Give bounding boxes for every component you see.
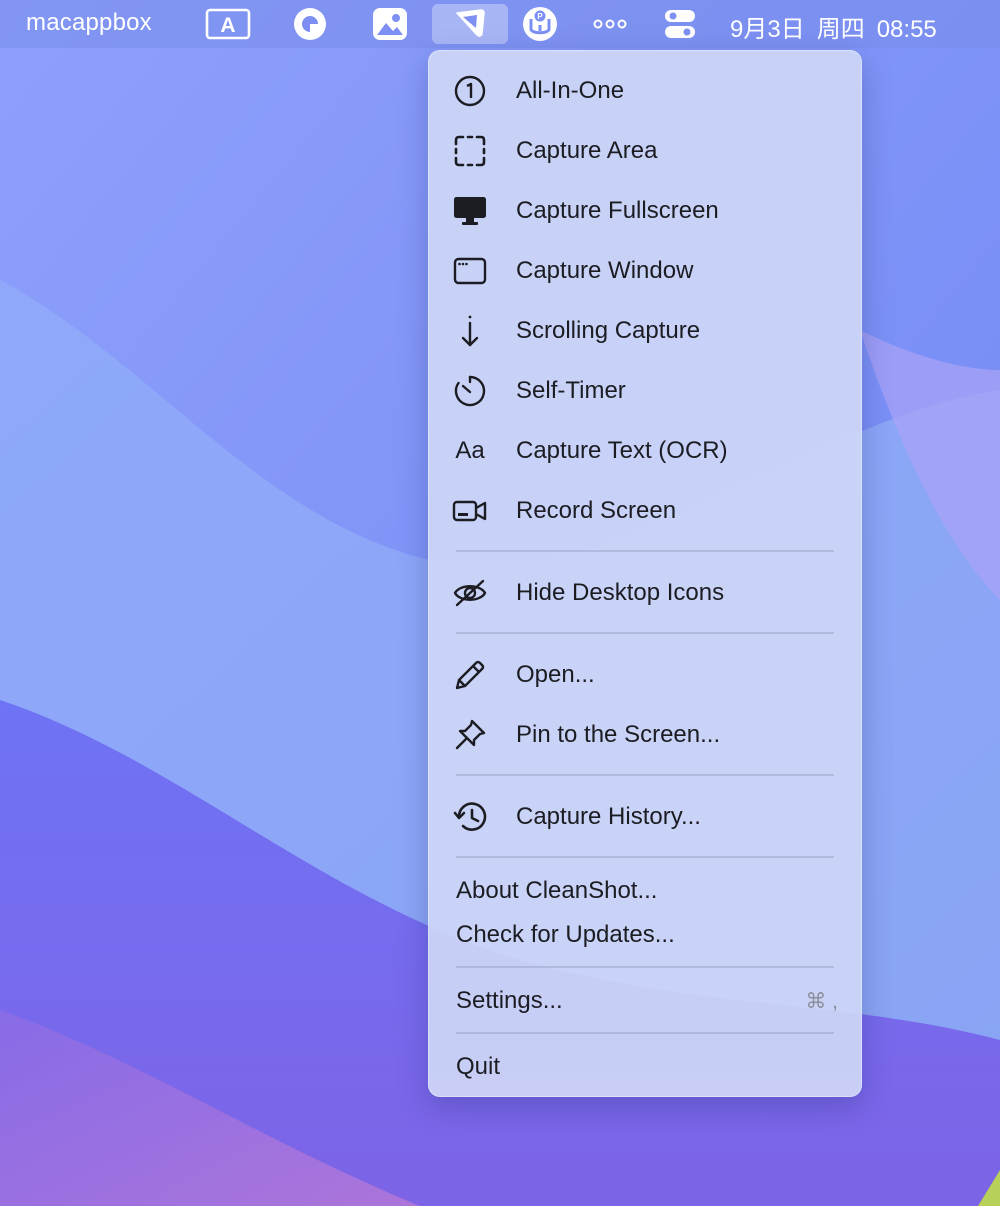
menu-item-open[interactable]: Open...	[448, 653, 842, 697]
menu-item-about[interactable]: About CleanShot...	[448, 869, 842, 913]
clock-weekday: 周四	[816, 16, 865, 43]
menu-item-scrolling-capture[interactable]: Scrolling Capture	[448, 309, 842, 353]
menu-separator	[456, 856, 834, 858]
menu-item-label: Capture Fullscreen	[516, 197, 719, 224]
pin-icon	[448, 713, 492, 757]
menu-item-label: Record Screen	[516, 497, 677, 524]
svg-text:P: P	[537, 12, 543, 21]
menu-separator	[456, 1032, 834, 1034]
all-in-one-icon	[448, 69, 492, 113]
menu-item-label: Capture History...	[516, 803, 701, 830]
menu-item-capture-area[interactable]: Capture Area	[448, 129, 842, 173]
menu-item-label: Settings...	[456, 987, 563, 1014]
cleanshot-menu: All-In-One Capture Area Capture Fullscre…	[428, 50, 862, 1097]
menu-item-label: Capture Text (OCR)	[516, 437, 728, 464]
menu-item-all-in-one[interactable]: All-In-One	[448, 69, 842, 113]
menu-item-hide-desktop-icons[interactable]: Hide Desktop Icons	[448, 571, 842, 615]
menu-item-check-updates[interactable]: Check for Updates...	[448, 913, 842, 957]
scroll-arrow-icon	[448, 309, 492, 353]
menu-item-label: Pin to the Screen...	[516, 721, 721, 748]
menu-item-label: Capture Window	[516, 257, 694, 284]
text-aa-icon: Aa	[455, 437, 485, 464]
svg-text:A: A	[220, 14, 235, 37]
menu-separator	[456, 632, 834, 634]
settings-shortcut: ⌘ ,	[805, 989, 838, 1013]
app-name[interactable]: macappbox	[26, 9, 152, 37]
eye-slash-icon	[448, 571, 492, 615]
menu-separator	[456, 774, 834, 776]
clock-time: 08:55	[876, 16, 937, 43]
video-camera-icon	[448, 489, 492, 533]
menu-item-capture-fullscreen[interactable]: Capture Fullscreen	[448, 189, 842, 233]
control-center-icon[interactable]	[658, 4, 702, 44]
menu-separator	[456, 966, 834, 968]
menu-item-label: Quit	[456, 1053, 501, 1080]
menu-bar: macappbox A P 9月3日 周四 08:55	[0, 0, 1000, 48]
timer-icon	[448, 369, 492, 413]
photos-icon[interactable]	[368, 4, 412, 44]
cleanshot-icon[interactable]	[432, 4, 508, 44]
history-icon	[448, 795, 492, 839]
menu-item-capture-text[interactable]: Aa Capture Text (OCR)	[448, 429, 842, 473]
pencil-icon	[448, 653, 492, 697]
menu-item-label: All-In-One	[516, 77, 625, 104]
menu-item-pin-to-screen[interactable]: Pin to the Screen...	[448, 713, 842, 757]
menu-separator	[456, 550, 834, 552]
menu-item-label: Self-Timer	[516, 377, 626, 404]
proxy-icon[interactable]: P	[518, 4, 562, 44]
menu-item-label: Scrolling Capture	[516, 317, 701, 344]
menu-item-label: Hide Desktop Icons	[516, 579, 725, 606]
menu-item-label: Capture Area	[516, 137, 658, 164]
menu-item-quit[interactable]: Quit	[448, 1045, 842, 1089]
menu-item-settings[interactable]: Settings... ⌘ ,	[448, 979, 842, 1023]
menu-item-capture-history[interactable]: Capture History...	[448, 795, 842, 839]
menu-bar-clock[interactable]: 9月3日 周四 08:55	[730, 9, 937, 44]
menu-item-label: Open...	[516, 661, 595, 688]
text-input-icon[interactable]: A	[203, 4, 253, 44]
menu-item-self-timer[interactable]: Self-Timer	[448, 369, 842, 413]
window-icon	[448, 249, 492, 293]
menu-item-label: About CleanShot...	[456, 877, 658, 904]
monitor-icon	[448, 189, 492, 233]
capture-area-icon	[448, 129, 492, 173]
color-circle-icon[interactable]	[288, 4, 332, 44]
menu-item-record-screen[interactable]: Record Screen	[448, 489, 842, 533]
more-icon[interactable]	[588, 4, 632, 44]
menu-item-label: Check for Updates...	[456, 921, 675, 948]
menu-item-capture-window[interactable]: Capture Window	[448, 249, 842, 293]
clock-date: 9月3日	[730, 16, 805, 43]
